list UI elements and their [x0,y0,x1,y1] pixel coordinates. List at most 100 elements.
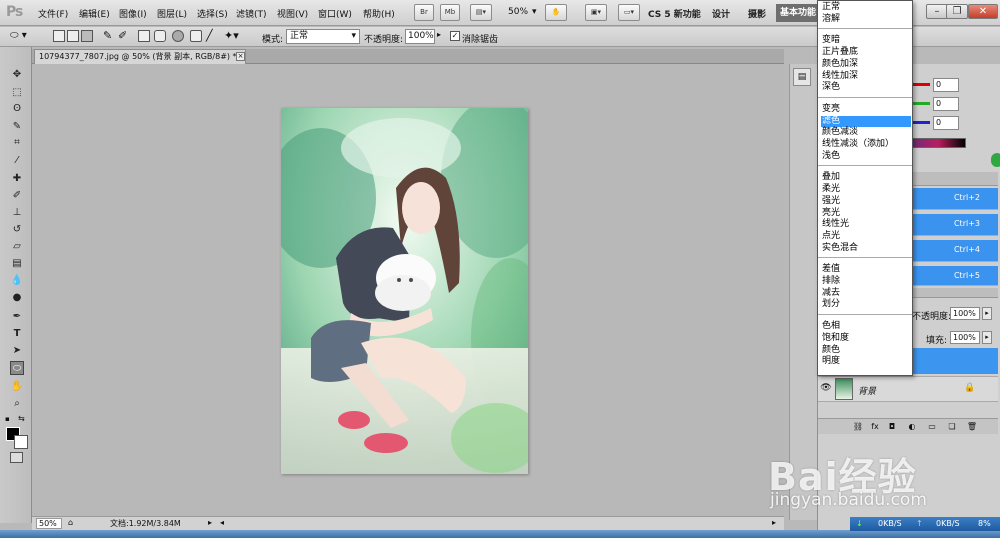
antialias-checkbox[interactable]: ✓ [450,31,460,41]
color-ramp[interactable] [910,138,966,148]
history-panel-icon[interactable]: ▤ [793,68,811,86]
crop-tool-icon[interactable]: ⌗ [10,136,24,150]
default-colors-icon[interactable]: ▪ [5,415,10,423]
blend-mode-item[interactable]: 线性光 [821,219,911,230]
clone-stamp-tool-icon[interactable]: ⊥ [10,206,24,220]
history-brush-tool-icon[interactable]: ↺ [10,223,24,237]
new-layer-icon[interactable]: ❏ [946,421,958,432]
menu-file[interactable]: 文件(F) [38,7,68,20]
workspace-essentials[interactable]: 基本功能 [776,4,822,22]
blend-mode-item[interactable]: 柔光 [821,184,911,195]
zoom-input[interactable]: 50% [36,518,62,529]
layer-opacity-input[interactable]: 100% [950,307,980,320]
bridge-button[interactable]: Br [414,4,434,21]
layer-fill-input[interactable]: 100% [950,331,980,344]
close-icon[interactable]: ✕ [968,4,998,19]
ellipse-shape-icon[interactable] [172,30,184,42]
lasso-tool-icon[interactable]: ʘ [10,102,24,116]
blend-mode-item[interactable]: 减去 [821,288,911,299]
mini-bridge-button[interactable]: Mb [440,4,460,21]
zoom-menu-icon[interactable]: ⌂ [68,518,73,527]
workspace-design[interactable]: 设计 [712,7,730,20]
blend-mode-item[interactable]: 变亮 [821,104,911,115]
menu-view[interactable]: 视图(V) [277,7,308,20]
blend-mode-item[interactable]: 正常 [821,2,911,13]
workspace-photography[interactable]: 摄影 [748,7,766,20]
blend-mode-item[interactable]: 浅色 [821,151,911,162]
move-tool-icon[interactable]: ✥ [10,68,24,82]
layer-fill-arrow-icon[interactable]: ▸ [982,331,992,344]
view-extras-button[interactable]: ▤▾ [470,4,492,21]
ellipse-tool-icon[interactable]: ⬭ [10,361,24,375]
opacity-input[interactable]: 100% [405,29,435,44]
new-shape-layer-icon[interactable] [53,30,65,42]
pen-icon[interactable]: ✎ [103,29,112,42]
blend-mode-item[interactable]: 叠加 [821,172,911,183]
action-row[interactable]: Ctrl+3 [912,214,998,236]
trash-icon[interactable]: 🗑 [966,421,978,432]
workspace-cs5-new[interactable]: CS 5 新功能 [648,7,701,20]
background-color-swatch[interactable] [14,435,28,449]
eye-icon[interactable]: 👁 [820,382,832,394]
blend-mode-item[interactable]: 滤色 [821,115,911,127]
blend-mode-item[interactable]: 颜色减淡 [821,127,911,138]
layer-style-icon[interactable]: fx [869,421,881,432]
blue-slider[interactable] [910,121,930,124]
tool-preset-picker[interactable]: ⬭ ▾ [10,30,40,44]
blend-mode-item[interactable]: 深色 [821,82,911,93]
blend-mode-item[interactable]: 差值 [821,264,911,275]
arrange-documents-button[interactable]: ▣▾ [585,4,607,21]
blend-mode-item[interactable]: 溶解 [821,14,911,25]
status-menu-arrow-icon[interactable]: ▸ [208,518,212,527]
marquee-tool-icon[interactable]: ⬚ [10,86,24,100]
swap-colors-icon[interactable]: ⇆ [18,414,25,423]
adjustment-layer-icon[interactable]: ◐ [906,421,918,432]
blend-mode-item[interactable]: 饱和度 [821,333,911,344]
action-row[interactable]: Ctrl+5 [912,266,998,286]
blend-mode-item[interactable]: 正片叠底 [821,47,911,58]
gradient-tool-icon[interactable]: ▤ [10,257,24,271]
eyedropper-tool-icon[interactable]: ⁄ [10,154,24,168]
blend-mode-item[interactable]: 变暗 [821,35,911,46]
quick-mask-icon[interactable] [10,452,23,463]
blend-mode-item[interactable]: 强光 [821,196,911,207]
paths-mode-icon[interactable] [67,30,79,42]
link-layers-icon[interactable]: ⛓ [852,421,864,432]
type-tool-icon[interactable]: T [10,327,24,341]
line-shape-icon[interactable]: ╱ [206,29,213,42]
blend-mode-item[interactable]: 线性加深 [821,71,911,82]
scroll-left-icon[interactable]: ◂ [220,518,224,527]
pen-tool-icon[interactable]: ✒ [10,310,24,324]
layer-opacity-arrow-icon[interactable]: ▸ [982,307,992,320]
polygon-shape-icon[interactable] [190,30,202,42]
quick-select-tool-icon[interactable]: ✎ [10,120,24,134]
mode-select[interactable]: 正常 ▾ [286,29,360,44]
blend-mode-item[interactable]: 排除 [821,276,911,287]
zoom-level-select[interactable]: 50% [508,7,528,17]
path-selection-tool-icon[interactable]: ➤ [10,344,24,358]
document-photo[interactable] [281,108,528,474]
menu-layer[interactable]: 图层(L) [157,7,187,20]
blend-mode-item[interactable]: 颜色加深 [821,59,911,70]
hand-tool-button[interactable]: ✋ [545,4,567,21]
green-slider[interactable] [910,102,930,105]
blur-tool-icon[interactable]: 💧 [10,274,24,288]
eraser-tool-icon[interactable]: ▱ [10,240,24,254]
menu-image[interactable]: 图像(I) [119,7,147,20]
menu-filter[interactable]: 滤镜(T) [236,7,267,20]
screen-mode-button[interactable]: ▭▾ [618,4,640,21]
blend-mode-item[interactable]: 颜色 [821,345,911,356]
action-row[interactable]: Ctrl+2 [912,188,998,210]
blend-mode-item[interactable]: 实色混合 [821,243,911,254]
green-value-input[interactable]: 0 [933,97,959,111]
rectangle-shape-icon[interactable] [138,30,150,42]
document-tab[interactable]: 10794377_7807.jpg @ 50% (背景 副本, RGB/8#) … [34,49,246,64]
dodge-tool-icon[interactable]: ● [10,291,24,305]
restore-icon[interactable]: ❐ [946,4,968,19]
red-slider[interactable] [910,83,930,86]
blend-mode-item[interactable]: 划分 [821,299,911,310]
hand-tool-icon[interactable]: ✋ [10,380,24,394]
layer-row-selected[interactable] [912,348,998,374]
action-row[interactable]: Ctrl+4 [912,240,998,262]
healing-brush-tool-icon[interactable]: ✚ [10,172,24,186]
